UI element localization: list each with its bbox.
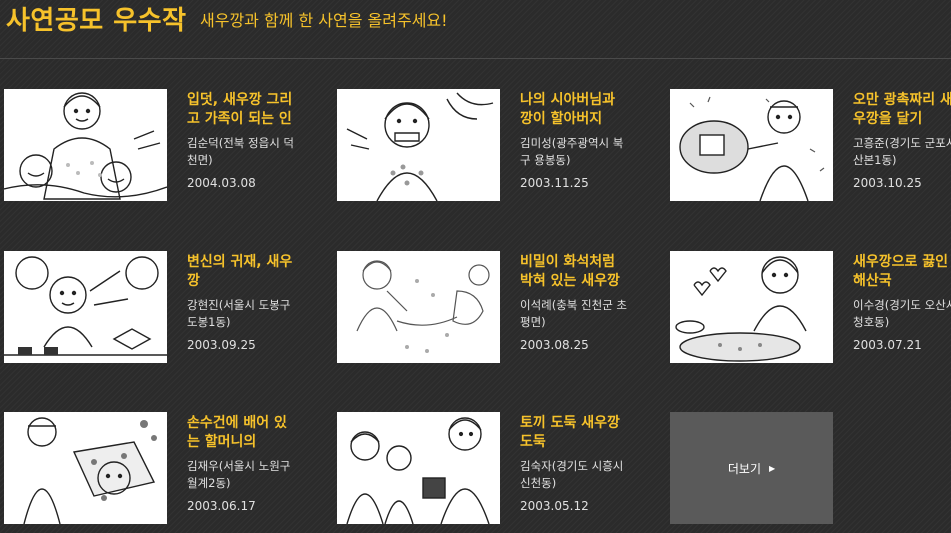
story-title[interactable]: 손수건에 배어 있는 할머니의 [187, 414, 299, 452]
story-title[interactable]: 나의 시아버님과 깡이 할아버지 [520, 91, 632, 129]
story-title[interactable]: 변신의 귀재, 새우깡 [187, 253, 299, 291]
story-thumbnail[interactable] [670, 89, 833, 201]
story-card[interactable]: 비밀이 화석처럼 박혀 있는 새우깡 이석례(충북 진천군 초평면) 2003.… [337, 251, 637, 363]
story-title[interactable]: 새우깡으로 끓인 해산국 [853, 253, 951, 291]
more-button-label: 더보기 [727, 461, 761, 476]
story-author: 이수경(경기도 오산시 청호동) [853, 298, 951, 329]
story-thumbnail[interactable] [670, 251, 833, 363]
story-date: 2003.06.17 [187, 499, 256, 513]
story-card[interactable]: 입덧, 새우깡 그리고 가족이 되는 인연 김순덕(전북 정읍시 덕천면) 20… [4, 89, 304, 201]
story-author: 이석례(충북 진천군 초평면) [520, 298, 628, 329]
story-date: 2003.10.25 [853, 176, 922, 190]
story-date: 2003.05.12 [520, 499, 589, 513]
story-card[interactable]: 나의 시아버님과 깡이 할아버지 김미성(광주광역시 북구 용봉동) 2003.… [337, 89, 637, 201]
story-title[interactable]: 입덧, 새우깡 그리고 가족이 되는 인연 [187, 91, 299, 129]
story-card[interactable]: 토끼 도둑 새우깡 도둑 김숙자(경기도 시흥시 신천동) 2003.05.12 [337, 412, 637, 524]
story-date: 2003.08.25 [520, 338, 589, 352]
story-author: 고흥준(경기도 군포시 산본1동) [853, 136, 951, 167]
story-card[interactable]: 손수건에 배어 있는 할머니의 김재우(서울시 노원구 월계2동) 2003.0… [4, 412, 304, 524]
header-divider [0, 58, 951, 59]
story-thumbnail[interactable] [4, 251, 167, 363]
story-date: 2003.09.25 [187, 338, 256, 352]
story-author: 김순덕(전북 정읍시 덕천면) [187, 136, 295, 167]
story-title[interactable]: 토끼 도둑 새우깡 도둑 [520, 414, 632, 452]
story-author: 김재우(서울시 노원구 월계2동) [187, 459, 291, 490]
more-button[interactable]: 더보기 ▶ [670, 412, 833, 524]
story-author: 김미성(광주광역시 북구 용봉동) [520, 136, 624, 167]
story-title[interactable]: 오만 광촉짜리 새우깡을 달기 [853, 91, 951, 129]
story-card[interactable]: 변신의 귀재, 새우깡 강현진(서울시 도봉구 도봉1동) 2003.09.25 [4, 251, 304, 363]
story-thumbnail[interactable] [4, 89, 167, 201]
story-thumbnail[interactable] [337, 251, 500, 363]
story-title[interactable]: 비밀이 화석처럼 박혀 있는 새우깡 [520, 253, 632, 291]
story-card[interactable]: 오만 광촉짜리 새우깡을 달기 고흥준(경기도 군포시 산본1동) 2003.1… [670, 89, 951, 201]
story-card[interactable]: 새우깡으로 끓인 해산국 이수경(경기도 오산시 청호동) 2003.07.21 [670, 251, 951, 363]
story-author: 김숙자(경기도 시흥시 신천동) [520, 459, 624, 490]
story-author: 강현진(서울시 도봉구 도봉1동) [187, 298, 291, 329]
story-thumbnail[interactable] [337, 89, 500, 201]
page-title: 사연공모 우수작 [6, 6, 187, 36]
story-date: 2004.03.08 [187, 176, 256, 190]
page-subtitle: 새우깡과 함께 한 사연을 올려주세요! [200, 11, 448, 30]
story-date: 2003.07.21 [853, 338, 922, 352]
arrow-right-icon: ▶ [768, 463, 776, 473]
story-thumbnail[interactable] [337, 412, 500, 524]
story-date: 2003.11.25 [520, 176, 589, 190]
page-header: 사연공모 우수작 새우깡과 함께 한 사연을 올려주세요! [0, 0, 951, 48]
story-thumbnail[interactable] [4, 412, 167, 524]
